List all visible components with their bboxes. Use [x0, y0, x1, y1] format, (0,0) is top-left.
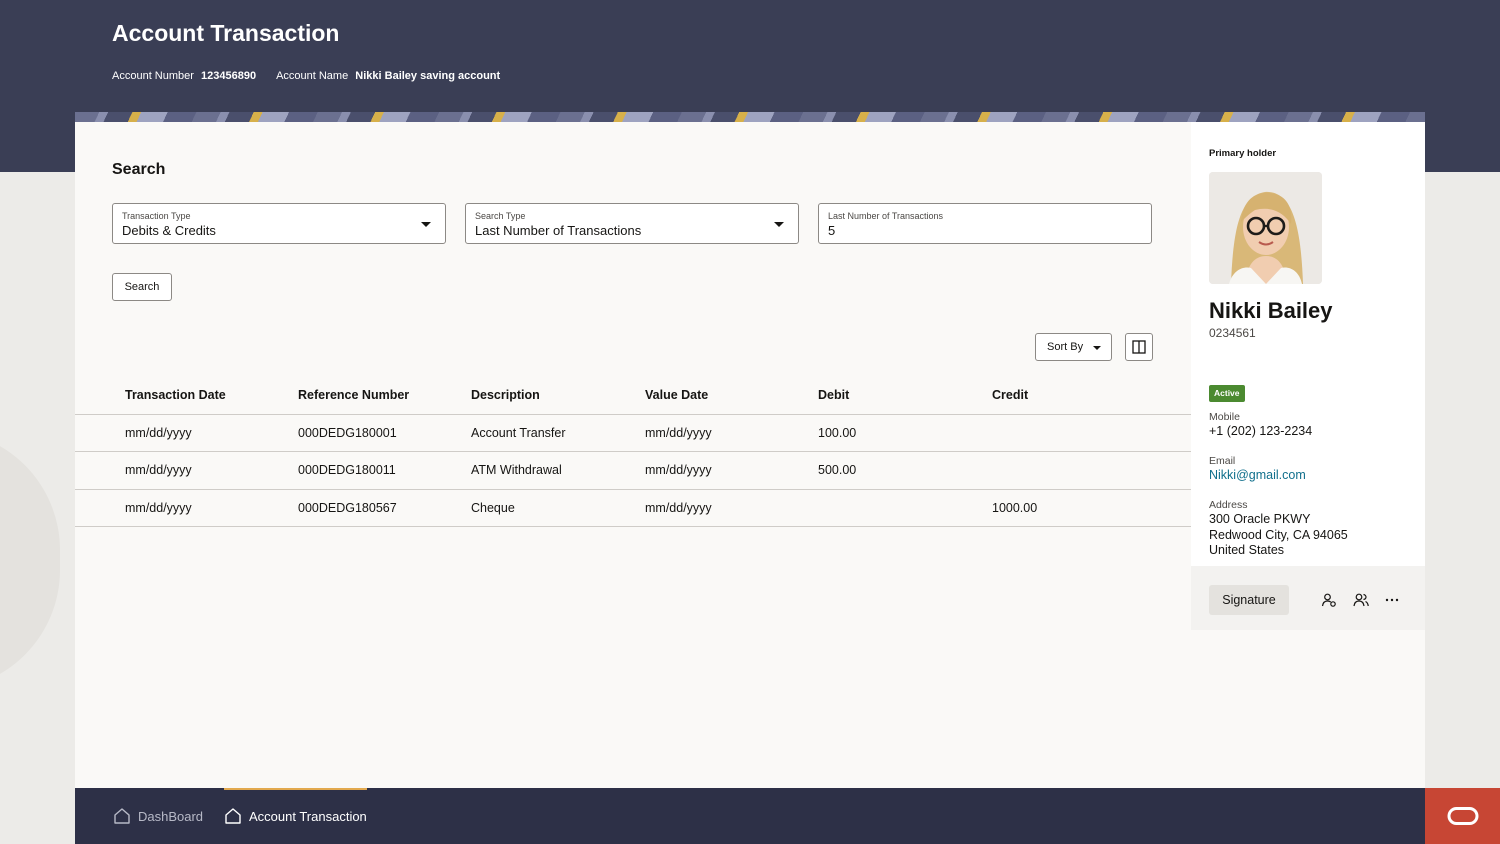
nav-item-account-transaction[interactable]: Account Transaction — [224, 788, 367, 844]
user-settings-icon[interactable] — [1321, 592, 1337, 608]
search-button[interactable]: Search — [112, 273, 172, 301]
table-row[interactable]: mm/dd/yyyy 000DEDG180001 Account Transfe… — [75, 414, 1191, 452]
sort-by-label: Sort By — [1047, 341, 1084, 353]
oracle-logo-icon — [1447, 807, 1478, 825]
bottom-navigation: DashBoard Account Transaction — [75, 788, 1425, 844]
address-line: Redwood City, CA 94065 — [1209, 528, 1348, 542]
table-header-row: Transaction Date Reference Number Descri… — [75, 376, 1191, 415]
more-icon[interactable] — [1384, 592, 1400, 608]
chevron-down-icon — [421, 222, 431, 227]
background-decoration — [0, 430, 60, 690]
table-cell: 000DEDG180001 — [298, 414, 471, 452]
table-cell: 1000.00 — [992, 489, 1191, 527]
table-cell: 500.00 — [818, 451, 992, 490]
column-header[interactable]: Transaction Date — [75, 376, 298, 415]
table-cell: mm/dd/yyyy — [645, 489, 818, 527]
email-label: Email — [1209, 455, 1236, 467]
decorative-banner — [75, 112, 1425, 122]
last-number-input[interactable]: Last Number of Transactions 5 — [818, 203, 1152, 244]
address-label: Address — [1209, 499, 1248, 511]
transaction-search-panel: Search Transaction Type Debits & Credits… — [75, 122, 1191, 788]
table-cell: 100.00 — [818, 414, 992, 452]
nav-item-label: Account Transaction — [249, 808, 367, 824]
holder-actions-bar: Signature — [1191, 566, 1425, 630]
transaction-type-select[interactable]: Transaction Type Debits & Credits — [112, 203, 446, 244]
table-cell: Account Transfer — [471, 414, 645, 452]
table-cell — [992, 414, 1191, 452]
search-type-value: Last Number of Transactions — [475, 223, 642, 238]
account-name-value: Nikki Bailey saving account — [355, 70, 501, 82]
mobile-value: +1 (202) 123-2234 — [1209, 424, 1313, 438]
chevron-down-icon — [1093, 346, 1101, 350]
primary-holder-panel: Primary holder Nikki Bailey 0234561 Acti… — [1191, 122, 1425, 788]
account-number-group: Account Number 123456890 — [112, 70, 256, 82]
transaction-type-label: Transaction Type — [122, 211, 191, 221]
column-header[interactable]: Credit — [992, 376, 1191, 415]
nav-item-label: DashBoard — [138, 808, 204, 824]
account-name-group: Account Name Nikki Bailey saving account — [276, 70, 500, 82]
search-type-label: Search Type — [475, 211, 526, 221]
table-cell: mm/dd/yyyy — [75, 451, 298, 490]
table-cell: 000DEDG180567 — [298, 489, 471, 527]
table-row[interactable]: mm/dd/yyyy 000DEDG180567 Cheque mm/dd/yy… — [75, 489, 1191, 527]
table-cell: 000DEDG180011 — [298, 451, 471, 490]
table-cell — [992, 451, 1191, 490]
table-row[interactable]: mm/dd/yyyy 000DEDG180011 ATM Withdrawal … — [75, 451, 1191, 490]
home-icon — [114, 808, 130, 824]
search-heading: Search — [112, 161, 166, 178]
signature-button[interactable]: Signature — [1209, 585, 1289, 615]
table-cell: mm/dd/yyyy — [645, 451, 818, 490]
transaction-type-value: Debits & Credits — [122, 223, 216, 238]
holder-id: 0234561 — [1209, 326, 1256, 340]
column-header[interactable]: Reference Number — [298, 376, 471, 415]
table-cell — [818, 489, 992, 527]
account-meta: Account Number 123456890 Account Name Ni… — [112, 70, 500, 82]
column-header[interactable]: Debit — [818, 376, 992, 415]
primary-holder-label: Primary holder — [1209, 148, 1277, 159]
panel-background — [1191, 630, 1425, 788]
nav-item-dashboard[interactable]: DashBoard — [113, 788, 203, 844]
table-cell: mm/dd/yyyy — [645, 414, 818, 452]
column-header[interactable]: Description — [471, 376, 645, 415]
status-badge: Active — [1209, 385, 1245, 402]
address-line: United States — [1209, 543, 1285, 557]
columns-toggle-button[interactable] — [1125, 333, 1153, 361]
table-cell: ATM Withdrawal — [471, 451, 645, 490]
chevron-down-icon — [774, 222, 784, 227]
table-cell: mm/dd/yyyy — [75, 414, 298, 452]
table-cell: Cheque — [471, 489, 645, 527]
oracle-logo[interactable] — [1425, 788, 1500, 844]
address-line: 300 Oracle PKWY — [1209, 512, 1311, 526]
email-link[interactable]: Nikki@gmail.com — [1209, 468, 1306, 482]
home-icon — [225, 808, 241, 824]
last-number-label: Last Number of Transactions — [828, 211, 944, 221]
last-number-value: 5 — [828, 223, 836, 238]
columns-icon — [1132, 340, 1146, 354]
table-cell: mm/dd/yyyy — [75, 489, 298, 527]
active-tab-indicator — [224, 788, 367, 790]
search-type-select[interactable]: Search Type Last Number of Transactions — [465, 203, 799, 244]
users-icon[interactable] — [1353, 592, 1369, 608]
account-number-value: 123456890 — [201, 70, 257, 82]
page-title: Account Transaction — [112, 20, 340, 46]
transactions-table: Transaction Date Reference Number Descri… — [75, 376, 1191, 527]
mobile-label: Mobile — [1209, 411, 1240, 423]
sort-by-button[interactable]: Sort By — [1035, 333, 1112, 361]
avatar-portrait-image — [1209, 172, 1322, 284]
account-number-label: Account Number — [112, 70, 194, 82]
avatar — [1209, 172, 1322, 284]
account-name-label: Account Name — [276, 70, 349, 82]
holder-name: Nikki Bailey — [1209, 298, 1333, 323]
column-header[interactable]: Value Date — [645, 376, 818, 415]
